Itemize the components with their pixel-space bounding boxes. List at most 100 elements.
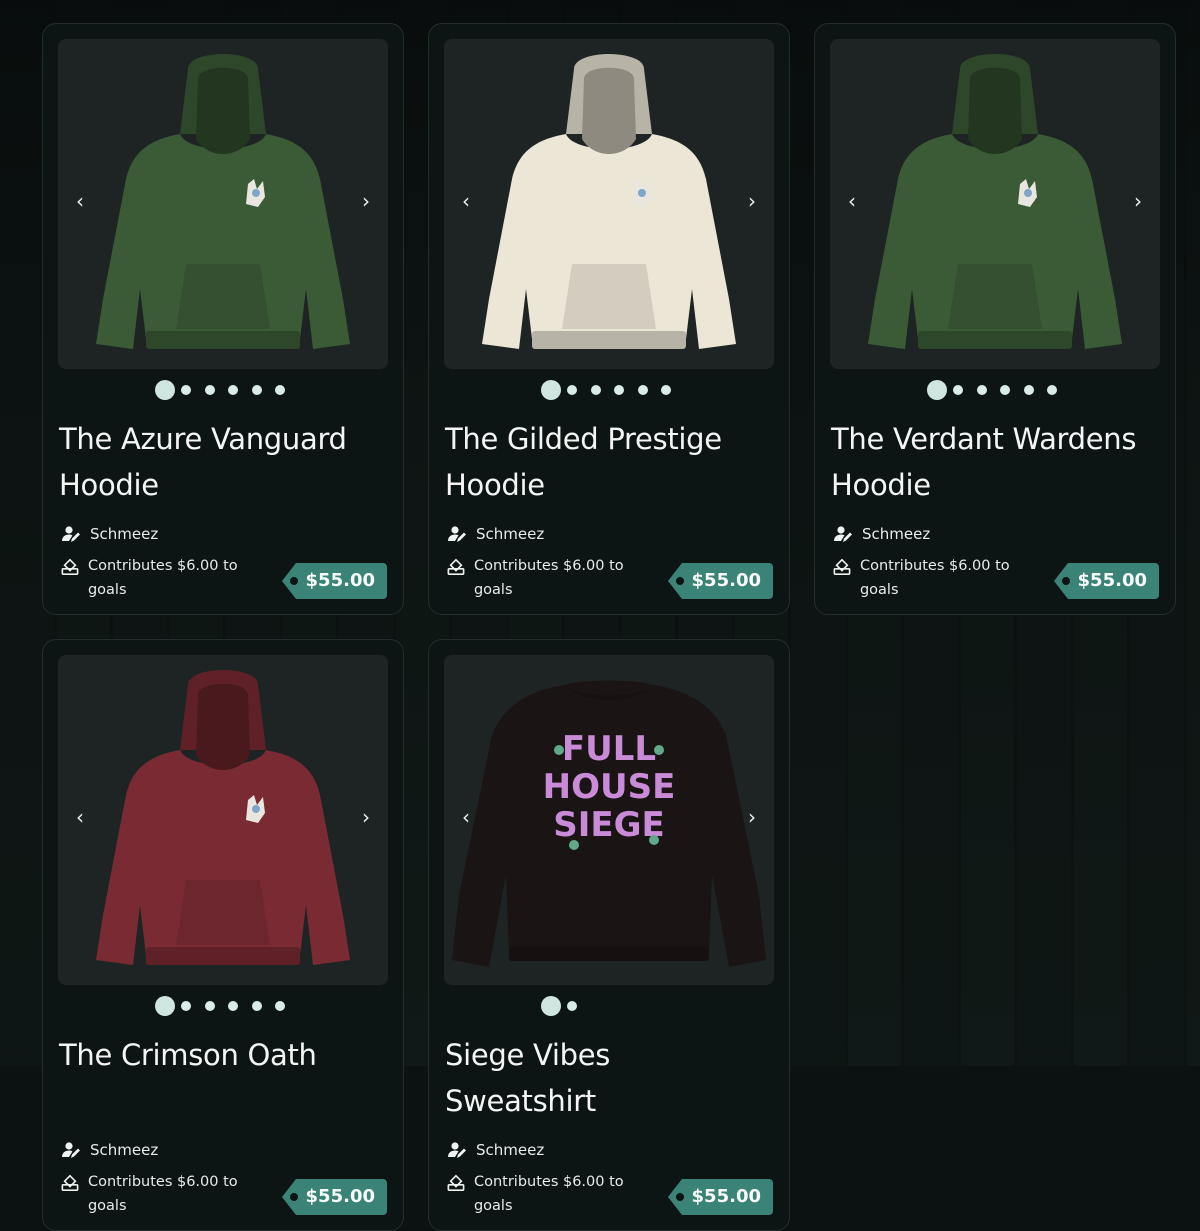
donation-icon xyxy=(61,558,79,575)
carousel-dot[interactable] xyxy=(927,380,947,400)
carousel-dot[interactable] xyxy=(204,385,215,395)
price-tag: $55.00 xyxy=(667,563,773,599)
chevron-left-icon[interactable]: ‹ xyxy=(68,189,92,213)
price-value: $55.00 xyxy=(691,570,761,591)
creator-name[interactable]: Schmeez xyxy=(90,525,158,543)
price-value: $55.00 xyxy=(305,1186,375,1207)
carousel-dots xyxy=(43,995,403,1017)
contribution-text: Contributes $6.00 to goals xyxy=(859,558,1010,598)
user-edit-icon xyxy=(448,1142,466,1158)
product-title[interactable]: The Gilded Prestige Hoodie xyxy=(445,416,765,508)
creator-row: Schmeez xyxy=(447,1140,544,1160)
contribution-text: Contributes $6.00 to goals xyxy=(473,1174,624,1214)
carousel-dot[interactable] xyxy=(953,385,963,395)
price-value: $55.00 xyxy=(305,570,375,591)
product-image-carousel[interactable]: ‹ › xyxy=(58,39,388,369)
price-value: $55.00 xyxy=(1077,570,1147,591)
product-image xyxy=(96,670,350,965)
product-image-carousel[interactable]: FULL HOUSE SIEGE ‹ › xyxy=(444,655,774,985)
product-card[interactable]: FULL HOUSE SIEGE ‹ › Siege Vibes Sweatshir… xyxy=(428,639,790,1231)
carousel-dot[interactable] xyxy=(251,1001,262,1011)
contribution-row: Contributes $6.00 to goals xyxy=(833,554,1033,602)
creator-row: Schmeez xyxy=(61,524,158,544)
product-title[interactable]: The Azure Vanguard Hoodie xyxy=(59,416,379,508)
carousel-dot[interactable] xyxy=(567,385,577,395)
carousel-dot[interactable] xyxy=(1023,385,1034,395)
donation-icon xyxy=(447,558,465,575)
carousel-dot[interactable] xyxy=(155,380,175,400)
carousel-dots xyxy=(815,379,1175,401)
donation-icon xyxy=(833,558,851,575)
carousel-dots xyxy=(429,995,789,1017)
carousel-dot[interactable] xyxy=(661,385,671,395)
creator-name[interactable]: Schmeez xyxy=(476,525,544,543)
chevron-right-icon[interactable]: › xyxy=(1126,189,1150,213)
price-tag: $55.00 xyxy=(667,1179,773,1215)
contribution-row: Contributes $6.00 to goals xyxy=(447,554,647,602)
price-value: $55.00 xyxy=(691,1186,761,1207)
carousel-dot[interactable] xyxy=(567,1001,577,1011)
carousel-dot[interactable] xyxy=(228,1001,238,1011)
carousel-dot[interactable] xyxy=(1000,385,1010,395)
contribution-row: Contributes $6.00 to goals xyxy=(61,554,261,602)
carousel-dot[interactable] xyxy=(228,385,238,395)
contribution-text: Contributes $6.00 to goals xyxy=(87,558,238,598)
product-title[interactable]: The Crimson Oath xyxy=(59,1032,379,1078)
product-card[interactable]: ‹ › The Verdant Wardens Hoodie Schmeez C… xyxy=(814,23,1176,615)
creator-name[interactable]: Schmeez xyxy=(90,1141,158,1159)
carousel-dots xyxy=(429,379,789,401)
carousel-dot[interactable] xyxy=(590,385,601,395)
contribution-text: Contributes $6.00 to goals xyxy=(473,558,624,598)
carousel-dot[interactable] xyxy=(614,385,624,395)
product-image xyxy=(482,54,736,349)
carousel-dot[interactable] xyxy=(541,996,561,1016)
creator-name[interactable]: Schmeez xyxy=(862,525,930,543)
carousel-dot[interactable] xyxy=(275,1001,285,1011)
product-card[interactable]: ‹ › The Gilded Prestige Hoodie Schmeez C… xyxy=(428,23,790,615)
user-edit-icon xyxy=(448,526,466,542)
carousel-dot[interactable] xyxy=(637,385,648,395)
product-image-carousel[interactable]: ‹ › xyxy=(444,39,774,369)
creator-row: Schmeez xyxy=(447,524,544,544)
product-title[interactable]: The Verdant Wardens Hoodie xyxy=(831,416,1151,508)
carousel-dot[interactable] xyxy=(251,385,262,395)
chevron-right-icon[interactable]: › xyxy=(740,189,764,213)
chevron-left-icon[interactable]: ‹ xyxy=(68,805,92,829)
product-title[interactable]: Siege Vibes Sweatshirt xyxy=(445,1032,765,1124)
user-edit-icon xyxy=(62,1142,80,1158)
product-image: FULLHOUSESIEGE xyxy=(452,680,766,967)
carousel-dot[interactable] xyxy=(181,1001,191,1011)
svg-text:FULL: FULL xyxy=(562,729,656,769)
contribution-row: Contributes $6.00 to goals xyxy=(447,1170,647,1218)
creator-row: Schmeez xyxy=(833,524,930,544)
chevron-left-icon[interactable]: ‹ xyxy=(454,189,478,213)
product-grid: ‹ › The Azure Vanguard Hoodie Schmeez Co… xyxy=(0,0,1200,1231)
product-card[interactable]: ‹ › The Crimson Oath Schmeez Contributes… xyxy=(42,639,404,1231)
product-image xyxy=(868,54,1122,349)
chevron-right-icon[interactable]: › xyxy=(354,805,378,829)
user-edit-icon xyxy=(62,526,80,542)
product-image xyxy=(96,54,350,349)
svg-text:SIEGE: SIEGE xyxy=(553,805,665,845)
carousel-dot[interactable] xyxy=(541,380,561,400)
carousel-dot[interactable] xyxy=(181,385,191,395)
carousel-dot[interactable] xyxy=(155,996,175,1016)
product-card[interactable]: ‹ › The Azure Vanguard Hoodie Schmeez Co… xyxy=(42,23,404,615)
price-tag: $55.00 xyxy=(281,1179,387,1215)
carousel-dot[interactable] xyxy=(204,1001,215,1011)
chevron-left-icon[interactable]: ‹ xyxy=(454,805,478,829)
product-image-carousel[interactable]: ‹ › xyxy=(830,39,1160,369)
price-tag: $55.00 xyxy=(281,563,387,599)
donation-icon xyxy=(447,1174,465,1191)
chevron-right-icon[interactable]: › xyxy=(740,805,764,829)
carousel-dots xyxy=(43,379,403,401)
chevron-right-icon[interactable]: › xyxy=(354,189,378,213)
carousel-dot[interactable] xyxy=(275,385,285,395)
creator-row: Schmeez xyxy=(61,1140,158,1160)
product-image-carousel[interactable]: ‹ › xyxy=(58,655,388,985)
creator-name[interactable]: Schmeez xyxy=(476,1141,544,1159)
carousel-dot[interactable] xyxy=(976,385,987,395)
carousel-dot[interactable] xyxy=(1047,385,1057,395)
chevron-left-icon[interactable]: ‹ xyxy=(840,189,864,213)
price-tag: $55.00 xyxy=(1053,563,1159,599)
